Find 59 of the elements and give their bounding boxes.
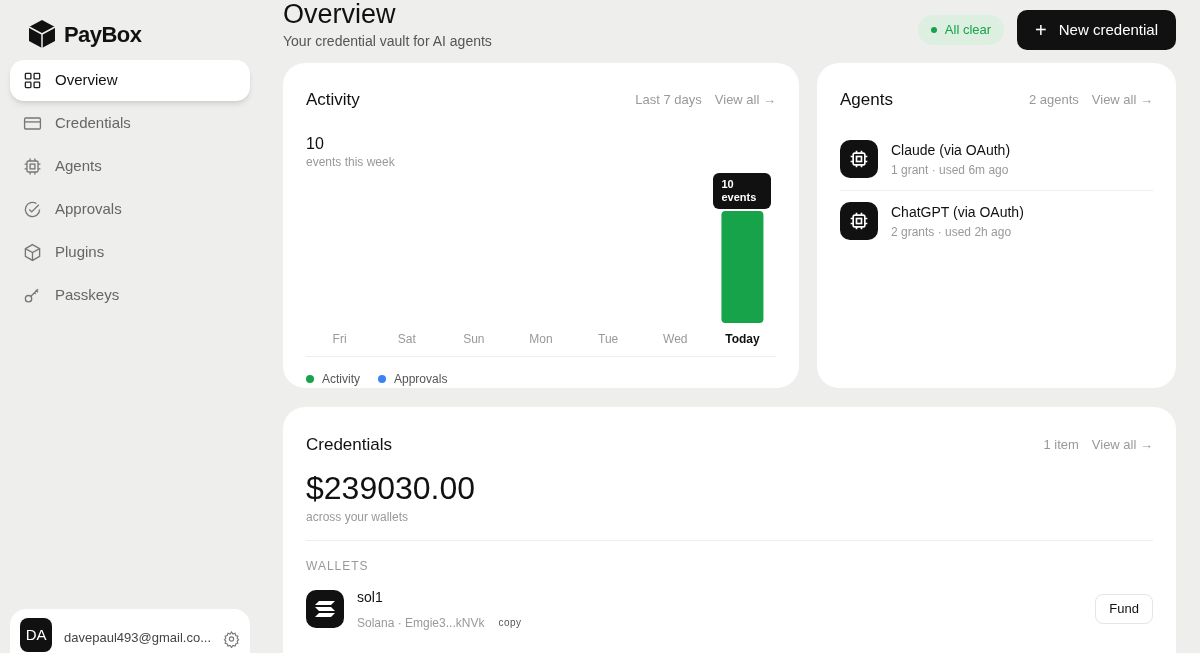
agent-name: Claude (via OAuth): [891, 140, 1011, 160]
stripes-icon: [315, 601, 335, 617]
range-label[interactable]: Last 7 days: [635, 90, 702, 110]
brand-name: PayBox: [64, 20, 142, 49]
events-caption: events this week: [306, 153, 396, 171]
sidebar-item[interactable]: Approvals: [10, 189, 250, 230]
sidebar-item[interactable]: Overview: [10, 60, 250, 101]
day-label: Today: [725, 331, 760, 346]
settings-icon[interactable]: [223, 630, 240, 648]
view-all-link[interactable]: View all →: [1091, 435, 1153, 455]
wallet-name: sol1: [357, 587, 384, 607]
data-label: 10: [721, 177, 735, 191]
amount-caption: across your wallets: [306, 508, 410, 526]
card-title: Credentials: [306, 434, 392, 456]
agent-row[interactable]: Claude (via OAuth) 1 grant · used 6m ago: [840, 128, 1153, 191]
agent-name: ChatGPT (via OAuth): [891, 202, 1024, 222]
page-title: Overview: [283, 0, 397, 31]
chip-icon: [849, 149, 869, 169]
sidebar-item[interactable]: Plugins: [10, 232, 250, 273]
new-credential-button[interactable]: + New credential: [1017, 10, 1176, 50]
day-label: Wed: [663, 331, 688, 346]
sidebar-item[interactable]: Credentials: [10, 103, 250, 144]
agent-row[interactable]: ChatGPT (via OAuth) 2 grants · used 2h ago: [840, 190, 1153, 252]
copy-link[interactable]: copy: [498, 615, 522, 630]
chart-tooltip: 10 events: [713, 172, 772, 209]
avatar: DA: [20, 618, 53, 652]
user-card[interactable]: DA davepaul493@gmail.co...: [10, 609, 250, 653]
logo-icon: [28, 19, 56, 49]
sidebar-item[interactable]: Passkeys: [10, 275, 250, 316]
fund-button[interactable]: Fund: [1095, 594, 1153, 624]
events-total: 10: [306, 134, 325, 153]
card-icon: [23, 114, 42, 133]
legend-label: Activity: [322, 371, 360, 388]
wallet-detail: Solana · Emgie3...kNVk: [357, 614, 485, 632]
card-title: Agents: [840, 89, 893, 111]
day-label: Sun: [463, 331, 485, 346]
view-all-link[interactable]: View all →: [714, 90, 776, 110]
agent-count: 2 agents: [1028, 91, 1079, 109]
user-email: davepaul493@gmail.co...: [64, 629, 211, 647]
agent-detail: 2 grants · used 2h ago: [891, 223, 1013, 241]
chip-icon: [23, 157, 42, 176]
item-count: 1 item: [1043, 436, 1079, 454]
check-circle-icon: [23, 200, 42, 219]
cube-icon: [23, 243, 42, 262]
day-label: Tue: [598, 331, 619, 346]
chip-icon: [849, 211, 869, 231]
legend-label: Approvals: [394, 371, 448, 388]
total-amount: $239030.00: [306, 468, 477, 508]
section-label: WALLETS: [306, 557, 370, 575]
sidebar-item[interactable]: Agents: [10, 146, 250, 187]
view-all-link[interactable]: View all →: [1091, 90, 1153, 110]
day-label: Fri: [332, 331, 347, 346]
grid-icon: [23, 71, 42, 90]
card-title: Activity: [306, 89, 360, 111]
day-label: Sat: [397, 331, 416, 346]
status-label: All clear: [944, 21, 992, 40]
day-label: Mon: [529, 331, 553, 346]
agent-detail: 1 grant · used 6m ago: [891, 161, 1010, 179]
page-subtitle: Your credential vault for AI agents: [283, 32, 492, 51]
